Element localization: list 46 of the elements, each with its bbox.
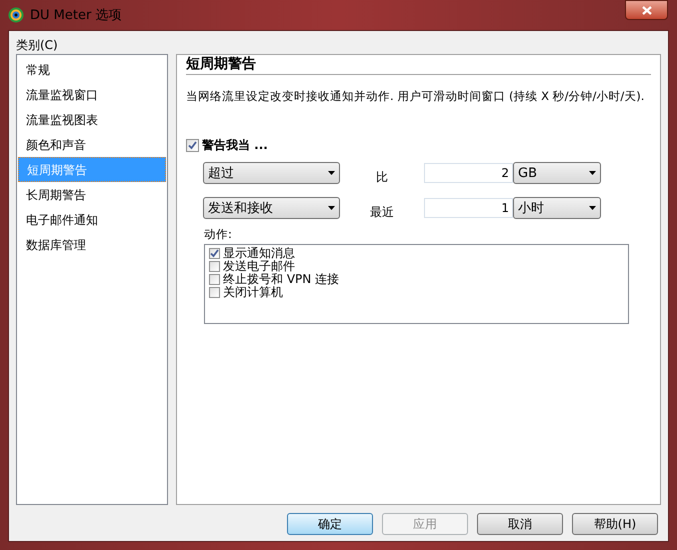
category-item[interactable]: 数据库管理 (18, 232, 166, 257)
row-label: 比 (375, 169, 389, 186)
checkbox[interactable] (209, 274, 220, 284)
warn-label: 警告我当 ... (202, 137, 268, 154)
dropdown-value: 发送和接收 (208, 200, 273, 218)
row-label: 最近 (369, 204, 395, 222)
action-label: 终止拨号和 VPN 连接 (223, 272, 340, 286)
category-item[interactable]: 电子邮件通知 (18, 207, 166, 232)
close-button[interactable] (625, 0, 668, 20)
dropdown-value: GB (518, 164, 537, 182)
dialog-button[interactable]: 取消 (477, 513, 563, 535)
caret-icon (328, 206, 335, 210)
category-item[interactable]: 流量监视图表 (18, 107, 166, 132)
amount-field[interactable]: 1 (424, 198, 513, 218)
category-item[interactable]: 长周期警告 (18, 182, 166, 207)
dropdown-value: 超过 (208, 164, 234, 182)
checkbox[interactable] (186, 138, 199, 152)
action-label: 关闭计算机 (223, 286, 283, 298)
category-item[interactable]: 颜色和声音 (18, 132, 166, 157)
checkbox[interactable] (209, 260, 220, 272)
dialog-button[interactable]: 确定 (287, 513, 373, 535)
dropdown[interactable]: 超过 (203, 162, 340, 184)
action-label: 发送电子邮件 (223, 260, 295, 272)
dialog-button[interactable]: 帮助(H) (572, 513, 658, 535)
dropdown[interactable]: GB (513, 162, 601, 184)
checkmark-icon (210, 248, 219, 258)
caret-icon (589, 206, 596, 210)
checkbox[interactable] (209, 248, 220, 258)
action-label: 显示通知消息 (223, 246, 295, 260)
app-logo-icon (8, 7, 24, 23)
caret-icon (589, 171, 596, 176)
dropdown[interactable]: 小时 (513, 197, 601, 220)
amount-field[interactable]: 2 (424, 163, 513, 184)
window-title: DU Meter 选项 (30, 7, 122, 25)
checkbox[interactable] (209, 286, 220, 298)
description-text: 当网络流里设定改变时接收通知并动作. 用户可滑动时间窗口 (持续 X 秒/分钟/小时/天). (186, 88, 646, 105)
category-label: 类别(C) (16, 37, 59, 54)
panel-title: 短周期警告 (186, 55, 256, 74)
actions-label: 动作: (204, 226, 233, 244)
caret-icon (328, 171, 335, 176)
checkmark-icon (188, 140, 197, 150)
dropdown[interactable]: 发送和接收 (203, 197, 340, 220)
category-item[interactable]: 流量监视窗口 (18, 82, 166, 107)
category-item[interactable]: 常规 (18, 57, 166, 82)
close-icon (642, 6, 652, 14)
dropdown-value: 小时 (518, 200, 544, 218)
